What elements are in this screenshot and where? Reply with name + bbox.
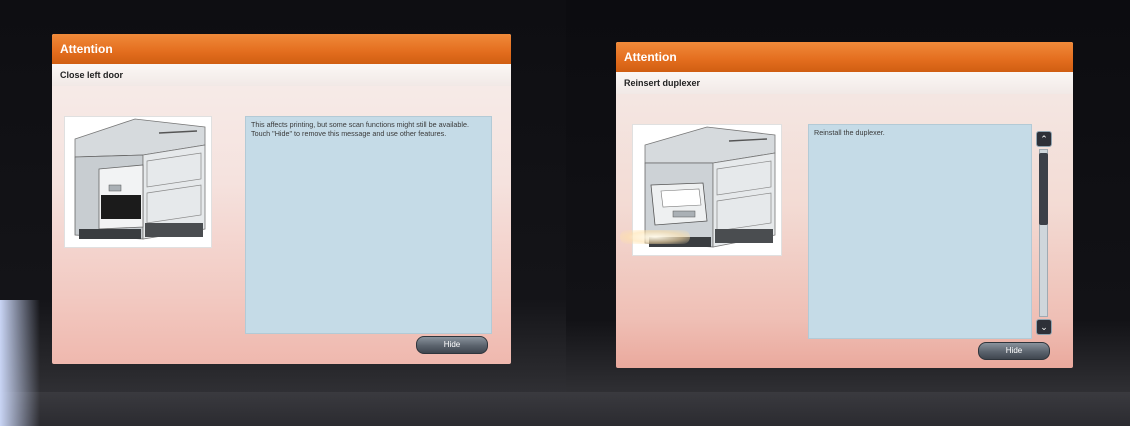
message-text-panel: Reinstall the duplexer. [808, 124, 1032, 339]
monitor-bezel [0, 392, 566, 426]
message-body: Reinstall the duplexer. [814, 128, 885, 137]
scroll-down-button[interactable]: ⌄ [1036, 319, 1052, 335]
monitor-bezel [566, 392, 1130, 426]
message-body: This affects printing, but some scan fun… [251, 120, 469, 138]
message-title: Reinsert duplexer [616, 72, 1073, 94]
attention-title-bar: Attention [616, 42, 1073, 72]
printer-screen-duplexer: Attention Reinsert duplexer Reinstall th… [616, 42, 1073, 368]
message-title: Close left door [52, 64, 511, 86]
hide-button[interactable]: Hide [978, 342, 1050, 360]
scroll-up-button[interactable]: ⌃ [1036, 131, 1052, 147]
right-photo: Attention Reinsert duplexer Reinstall th… [566, 0, 1130, 426]
printer-left-door-icon [74, 118, 206, 240]
scroll-thumb[interactable] [1039, 153, 1048, 225]
chevron-up-icon: ⌃ [1040, 134, 1048, 144]
hide-button[interactable]: Hide [416, 336, 488, 354]
printer-illustration [64, 116, 212, 248]
printer-screen-close-door: Attention Close left door This affects p… [52, 34, 511, 364]
message-text-panel: This affects printing, but some scan fun… [245, 116, 492, 334]
left-photo: Attention Close left door This affects p… [0, 0, 566, 426]
light-reflection [620, 230, 690, 244]
attention-title-bar: Attention [52, 34, 511, 64]
reflection [0, 300, 40, 426]
message-scrollbar[interactable]: ⌃ ⌄ [1036, 131, 1052, 335]
chevron-down-icon: ⌄ [1040, 322, 1048, 332]
